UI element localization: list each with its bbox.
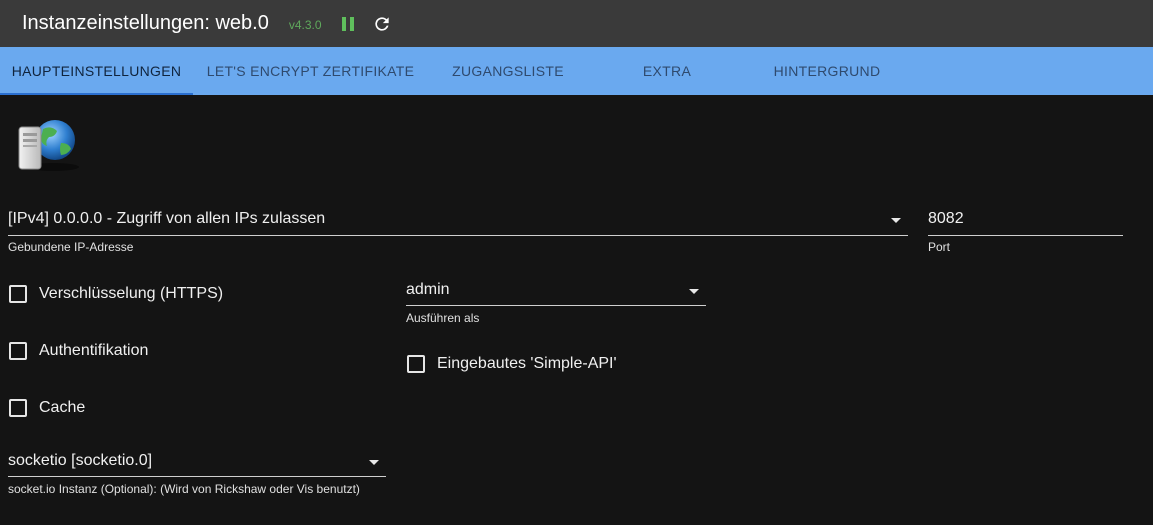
pause-button[interactable] [341,16,354,31]
simple-api-checkbox[interactable] [407,355,425,373]
port-input[interactable]: 8082 [928,207,1123,236]
version-label: v4.3.0 [288,18,322,32]
dropdown-arrow-icon [369,460,379,465]
web-server-globe-icon [18,120,79,171]
tab-bar: HAUPTEINSTELLUNGEN LET'S ENCRYPT ZERTIFI… [0,47,1153,95]
tab-zugangsliste[interactable]: ZUGANGSLISTE [428,47,588,95]
cache-label: Cache [39,399,86,416]
cache-checkbox-row[interactable]: Cache [9,399,85,417]
bind-ip-select[interactable]: [IPv4] 0.0.0.0 - Zugriff von allen IPs z… [8,207,908,236]
https-checkbox[interactable] [9,285,27,303]
cache-checkbox[interactable] [9,399,27,417]
tab-extra[interactable]: EXTRA [588,47,746,95]
run-as-label: Ausführen als [406,311,480,325]
bind-ip-label: Gebundene IP-Adresse [8,240,134,254]
https-label: Verschlüsselung (HTTPS) [39,285,224,302]
bind-ip-value: [IPv4] 0.0.0.0 - Zugriff von allen IPs z… [8,210,326,227]
tab-lets-encrypt[interactable]: LET'S ENCRYPT ZERTIFIKATE [193,47,428,95]
auth-label: Authentifikation [39,342,149,359]
https-checkbox-row[interactable]: Verschlüsselung (HTTPS) [9,285,223,303]
socketio-value: socketio [socketio.0] [8,452,153,469]
active-tab-indicator [0,93,193,95]
dialog-title: Instanzeinstellungen: web.0 [22,12,269,34]
tab-hintergrund[interactable]: HINTERGRUND [746,47,908,95]
reload-button[interactable] [372,14,392,34]
socketio-label: socket.io Instanz (Optional): (Wird von … [8,482,360,496]
reload-icon [374,16,389,31]
port-label: Port [928,240,951,254]
title-bar: Instanzeinstellungen: web.0 v4.3.0 [0,0,1153,47]
socketio-select[interactable]: socketio [socketio.0] [8,449,386,477]
tab-haupteinstellungen[interactable]: HAUPTEINSTELLUNGEN [0,47,193,95]
dropdown-arrow-icon [891,218,901,223]
simple-api-label: Eingebautes 'Simple-API' [437,355,617,372]
port-value: 8082 [928,210,964,227]
dropdown-arrow-icon [689,289,699,294]
simple-api-checkbox-row[interactable]: Eingebautes 'Simple-API' [407,355,617,373]
run-as-select[interactable]: admin [406,278,706,306]
auth-checkbox-row[interactable]: Authentifikation [9,342,148,360]
auth-checkbox[interactable] [9,342,27,360]
pause-icon [341,16,346,31]
run-as-value: admin [406,281,450,298]
